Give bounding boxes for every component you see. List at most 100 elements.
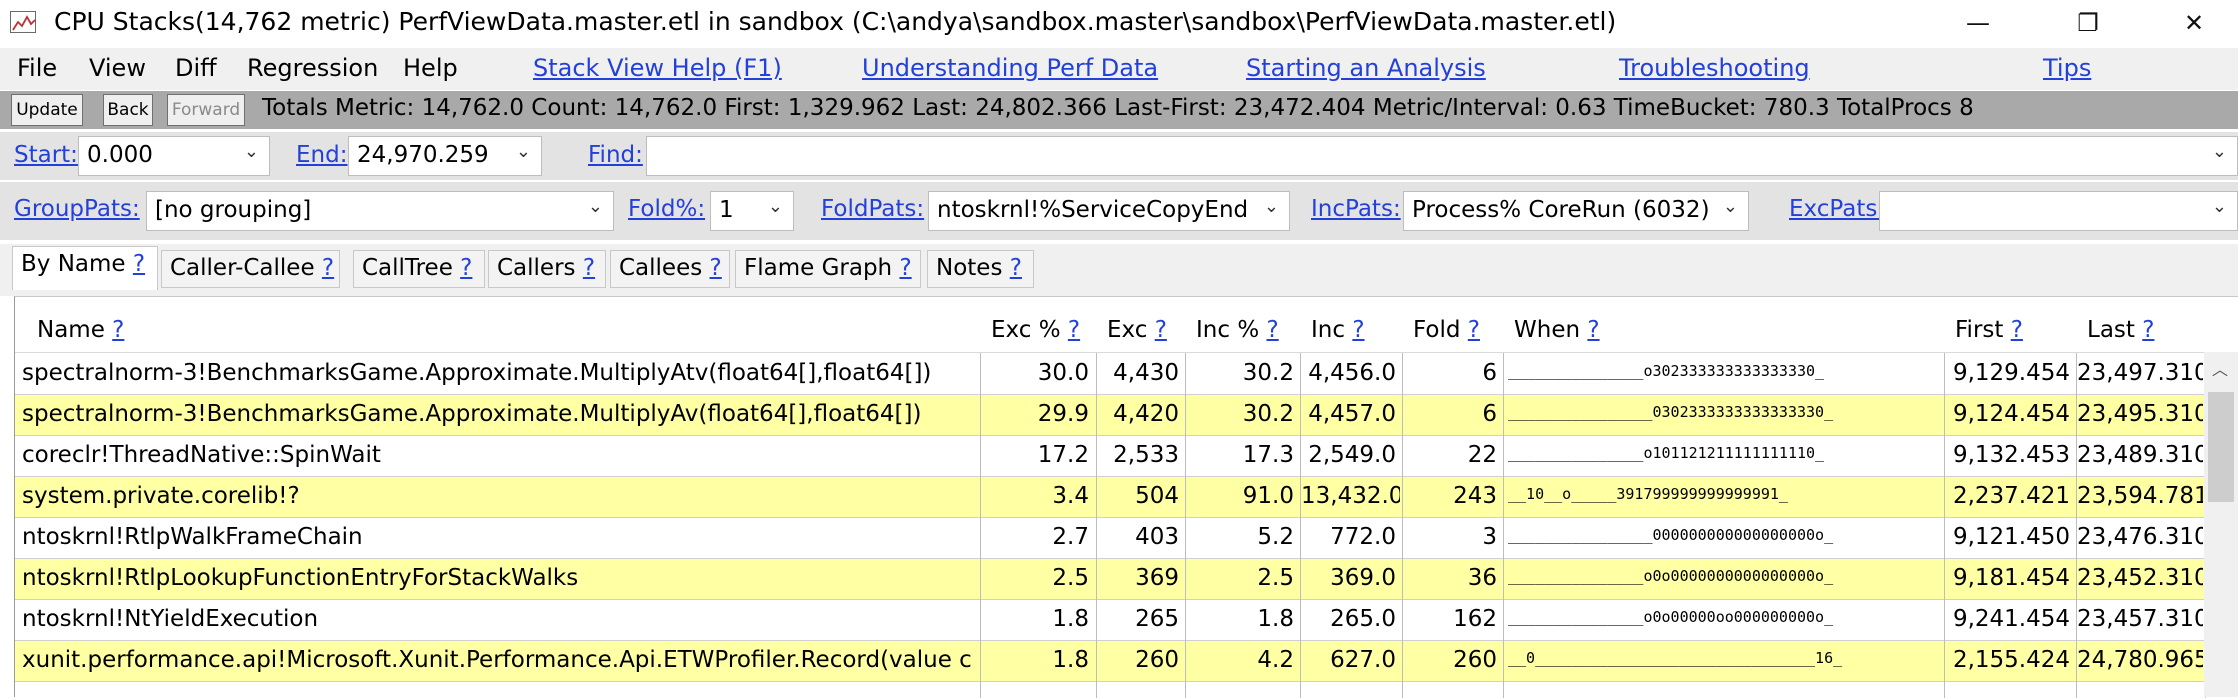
table-row[interactable]: ntoskrnl!RtlpLookupFunctionEntryForStack…: [15, 559, 2205, 600]
fold-percent-combo[interactable]: 1 ⌄: [710, 191, 794, 231]
forward-button[interactable]: Forward: [167, 94, 245, 126]
cell-inc: 627.0: [1330, 647, 1396, 673]
tab-notes[interactable]: Notes ?: [927, 250, 1034, 288]
table-row[interactable]: system.private.corelib!? 3.4 504 91.0 13,432…: [15, 477, 2205, 518]
cell-inc-pct: 4.2: [1257, 647, 1294, 673]
cell-inc-pct: 5.2: [1257, 524, 1294, 550]
chevron-down-icon[interactable]: ⌄: [1723, 196, 1738, 217]
help-link[interactable]: ?: [133, 251, 145, 277]
column-header-inc-pct[interactable]: Inc % ?: [1196, 317, 1279, 343]
tab-callers[interactable]: Callers ?: [488, 250, 606, 288]
incpats-label[interactable]: IncPats:: [1311, 196, 1401, 222]
end-label[interactable]: End:: [296, 142, 347, 168]
column-header-fold[interactable]: Fold ?: [1413, 317, 1480, 343]
table-row[interactable]: spectralnorm-3!BenchmarksGame.Approximat…: [15, 354, 2205, 395]
foldpats-combo[interactable]: ntoskrnl!%ServiceCopyEnd ⌄: [928, 191, 1290, 231]
help-link[interactable]: ?: [460, 255, 472, 281]
cell-inc: 13,432.0: [1301, 483, 1400, 509]
link-tips[interactable]: Tips: [2043, 54, 2091, 82]
cell-fold: 36: [1467, 565, 1497, 591]
column-header-first[interactable]: First ?: [1955, 317, 2023, 343]
menu-help[interactable]: Help: [403, 54, 458, 82]
tab-calltree[interactable]: CallTree ?: [353, 250, 485, 288]
tab-caller-callee[interactable]: Caller-Callee ?: [161, 250, 340, 288]
table-row[interactable]: xunit.performance.api!Microsoft.Xunit.Pe…: [15, 641, 2205, 682]
scrollbar-thumb[interactable]: [2208, 392, 2234, 502]
tab-flame-graph[interactable]: Flame Graph ?: [735, 250, 921, 288]
grouppats-label[interactable]: GroupPats:: [14, 196, 140, 222]
back-button[interactable]: Back: [103, 94, 153, 126]
start-value: 0.000: [87, 142, 153, 168]
end-value: 24,970.259: [357, 142, 489, 168]
end-combo[interactable]: 24,970.259 ⌄: [348, 136, 542, 176]
help-link[interactable]: ?: [710, 255, 722, 281]
cell-inc-pct: 2.5: [1257, 565, 1294, 591]
window-title: CPU Stacks(14,762 metric) PerfViewData.m…: [54, 7, 1617, 36]
cell-last: 23,497.310: [2077, 360, 2203, 386]
find-label[interactable]: Find:: [588, 142, 643, 168]
tab-callees[interactable]: Callees ?: [610, 250, 730, 288]
menu-view[interactable]: View: [89, 54, 146, 82]
help-link[interactable]: ?: [322, 255, 334, 281]
fold-percent-label[interactable]: Fold%:: [628, 196, 705, 222]
column-header-when[interactable]: When ?: [1514, 317, 1600, 343]
cell-when: ________________0302333333333333330_: [1508, 403, 1834, 421]
link-stack-view-help[interactable]: Stack View Help (F1): [533, 54, 782, 82]
cell-first: 9,121.450: [1952, 524, 2070, 550]
table-row[interactable]: coreclr!ThreadNative::SpinWait 17.2 2,533 1…: [15, 436, 2205, 477]
cell-last: 24,780.965: [2077, 647, 2203, 673]
link-starting-an-analysis[interactable]: Starting an Analysis: [1246, 54, 1486, 82]
find-combo[interactable]: ⌄: [646, 136, 2238, 176]
cell-exc: 4,430: [1113, 360, 1179, 386]
cell-name: ntoskrnl!NtYieldExecution: [22, 606, 319, 632]
incpats-combo[interactable]: Process% CoreRun (6032) ⌄: [1403, 191, 1749, 231]
update-button[interactable]: Update: [11, 94, 83, 126]
chevron-down-icon[interactable]: ⌄: [2212, 196, 2227, 217]
menu-diff[interactable]: Diff: [175, 54, 217, 82]
chevron-down-icon[interactable]: ⌄: [516, 141, 531, 162]
column-header-exc[interactable]: Exc ?: [1107, 317, 1167, 343]
cell-exc: 504: [1135, 483, 1179, 509]
column-header-exc-pct[interactable]: Exc % ?: [991, 317, 1080, 343]
fold-percent-value: 1: [719, 197, 734, 223]
chevron-down-icon[interactable]: ⌄: [244, 141, 259, 162]
column-header-name[interactable]: Name ?: [37, 317, 124, 343]
chevron-down-icon[interactable]: ⌄: [2212, 141, 2227, 162]
cell-name: xunit.performance.api!Microsoft.Xunit.Pe…: [22, 647, 972, 673]
minimize-button[interactable]: —: [1942, 0, 2014, 46]
help-link[interactable]: ?: [1010, 255, 1022, 281]
help-link[interactable]: ?: [899, 255, 911, 281]
column-header-last[interactable]: Last ?: [2087, 317, 2154, 343]
cell-exc-pct: 1.8: [1052, 606, 1089, 632]
link-troubleshooting[interactable]: Troubleshooting: [1619, 54, 1810, 82]
view-tabs: By Name ? Caller-Callee ? CallTree ? Cal…: [0, 244, 2238, 296]
column-header-inc[interactable]: Inc ?: [1311, 317, 1365, 343]
maximize-button[interactable]: ❐: [2052, 0, 2124, 46]
close-button[interactable]: ✕: [2158, 0, 2230, 46]
link-understanding-perf-data[interactable]: Understanding Perf Data: [862, 54, 1158, 82]
start-label[interactable]: Start:: [14, 142, 78, 168]
table-row[interactable]: spectralnorm-3!BenchmarksGame.Approximat…: [15, 395, 2205, 436]
cell-exc: 265: [1135, 606, 1179, 632]
start-combo[interactable]: 0.000 ⌄: [78, 136, 270, 176]
scroll-up-icon[interactable]: ︿: [2212, 356, 2228, 380]
menu-regression[interactable]: Regression: [247, 54, 378, 82]
chevron-down-icon[interactable]: ⌄: [768, 196, 783, 217]
foldpats-label[interactable]: FoldPats:: [821, 196, 924, 222]
excpats-label[interactable]: ExcPats:: [1789, 196, 1885, 222]
help-link[interactable]: ?: [583, 255, 595, 281]
cell-name: ntoskrnl!RtlpLookupFunctionEntryForStack…: [22, 565, 579, 591]
cell-exc-pct: 17.2: [1037, 442, 1089, 468]
stats-bar: Update Back Forward Totals Metric: 14,76…: [0, 91, 2238, 129]
excpats-combo[interactable]: ⌄: [1879, 191, 2238, 231]
table-row[interactable]: ntoskrnl!RtlpWalkFrameChain 2.7 403 5.2 772.…: [15, 518, 2205, 559]
chevron-down-icon[interactable]: ⌄: [1264, 196, 1279, 217]
cell-exc: 369: [1135, 565, 1179, 591]
table-row[interactable]: ntoskrnl!NtYieldExecution 1.8 265 1.8 265.0 1…: [15, 600, 2205, 641]
grouppats-value: [no grouping]: [155, 197, 312, 223]
chevron-down-icon[interactable]: ⌄: [588, 196, 603, 217]
cell-exc: 4,420: [1113, 401, 1179, 427]
tab-by-name[interactable]: By Name ?: [12, 246, 158, 290]
grouppats-combo[interactable]: [no grouping] ⌄: [146, 191, 614, 231]
menu-file[interactable]: File: [17, 54, 57, 82]
